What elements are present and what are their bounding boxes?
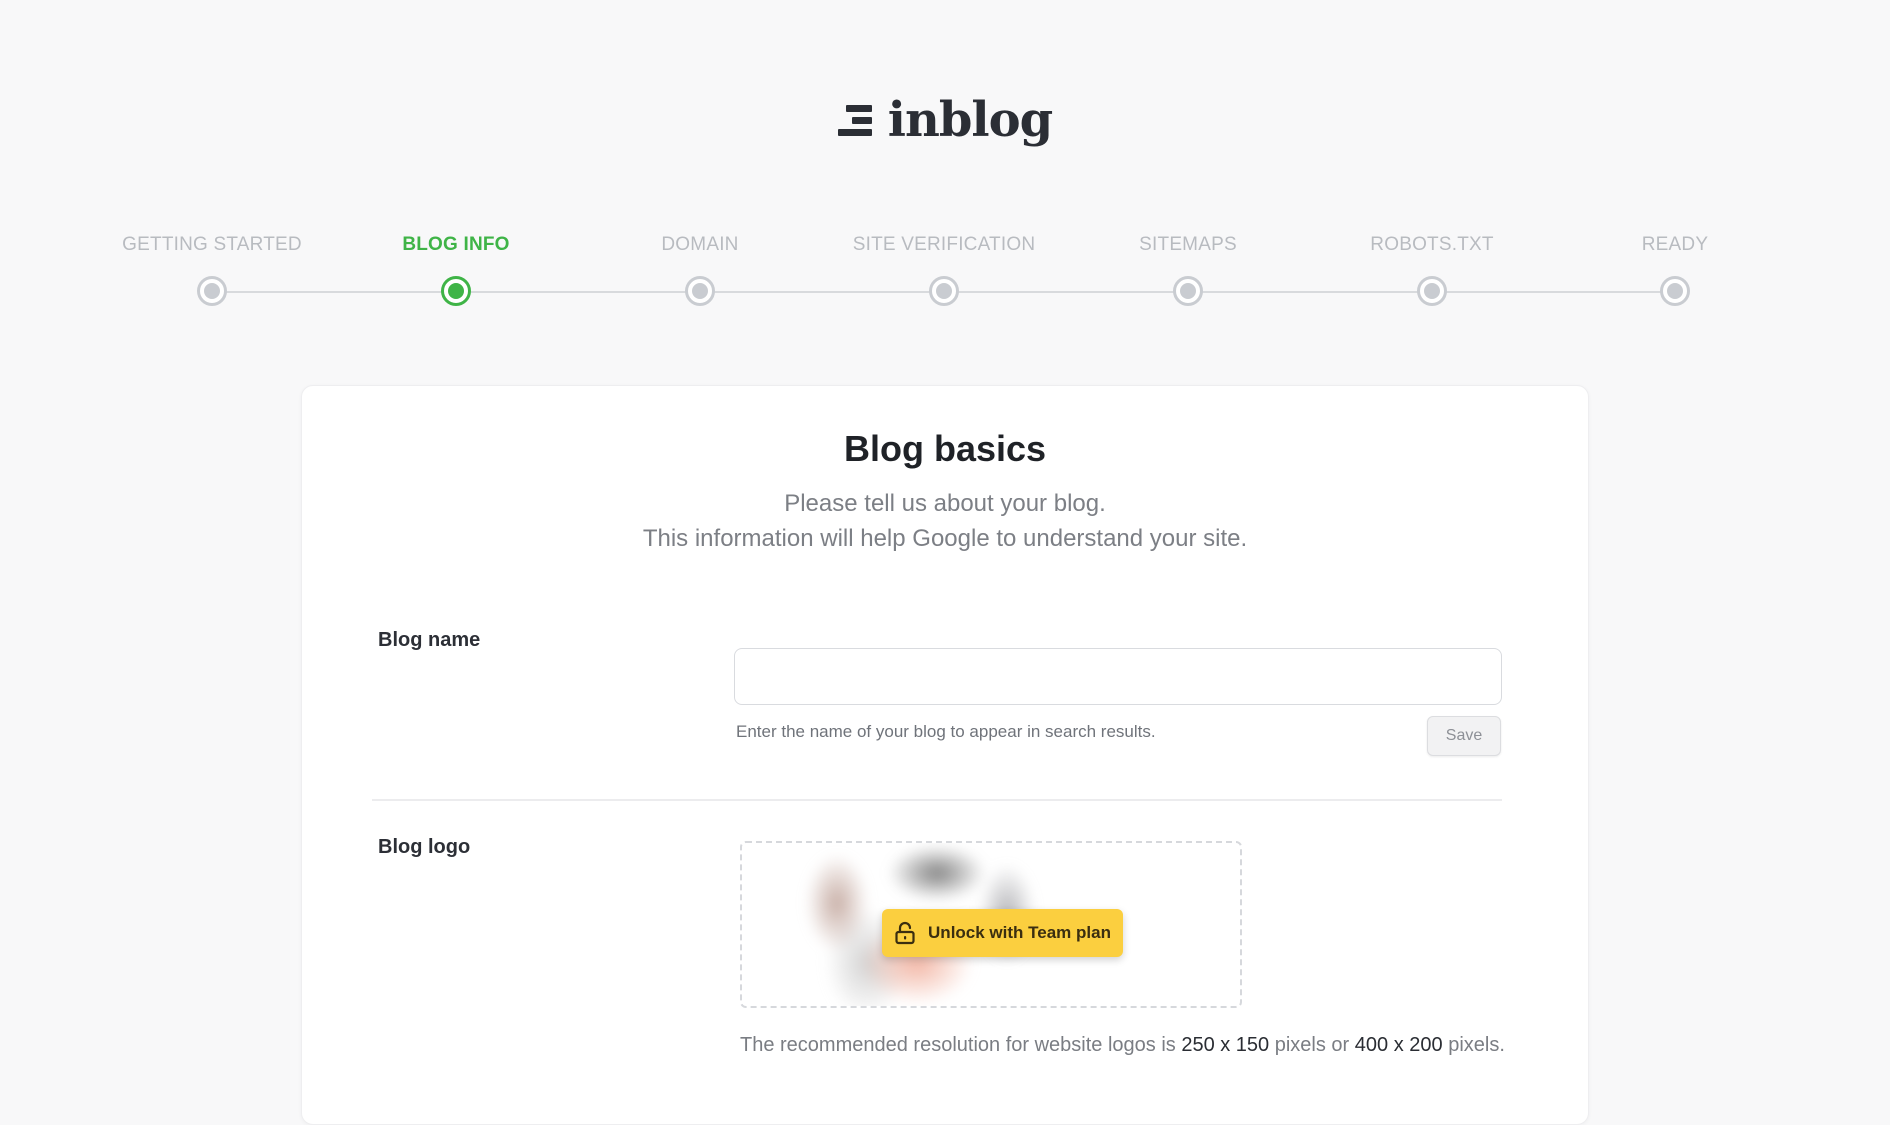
step-dot xyxy=(1173,276,1203,306)
step-dot xyxy=(929,276,959,306)
subtitle-line: This information will help Google to und… xyxy=(642,525,1248,552)
step-label: DOMAIN xyxy=(661,234,739,255)
unlock-team-plan-button[interactable]: Unlock with Team plan xyxy=(882,909,1123,957)
blog-name-input[interactable] xyxy=(734,648,1502,705)
blog-basics-card: Blog basics Please tell us about your bl… xyxy=(301,385,1589,1125)
step-dot xyxy=(197,276,227,306)
step-domain[interactable]: DOMAIN xyxy=(580,232,820,306)
step-dot xyxy=(1417,276,1447,306)
hint-text: pixels. xyxy=(1442,1034,1505,1056)
resolution-large: 400 x 200 xyxy=(1354,1034,1443,1056)
inblog-logo-icon xyxy=(837,104,872,136)
step-getting-started[interactable]: GETTING STARTED xyxy=(92,232,332,306)
brand-logo: inblog xyxy=(0,92,1890,148)
hint-text: The recommended resolution for website l… xyxy=(740,1034,1182,1056)
blog-logo-label: Blog logo xyxy=(378,836,471,858)
unlock-icon xyxy=(895,921,915,945)
step-site-verification[interactable]: SITE VERIFICATION xyxy=(824,232,1064,306)
step-label: SITE VERIFICATION xyxy=(852,234,1036,255)
step-label: READY xyxy=(1641,234,1709,255)
step-sitemaps[interactable]: SITEMAPS xyxy=(1068,232,1308,306)
step-label: BLOG INFO xyxy=(402,234,510,255)
step-blog-info[interactable]: BLOG INFO xyxy=(336,232,576,306)
resolution-small: 250 x 150 xyxy=(1181,1034,1270,1056)
unlock-label: Unlock with Team plan xyxy=(928,923,1111,942)
step-dot xyxy=(1660,276,1690,306)
blog-name-label: Blog name xyxy=(378,629,481,651)
step-robots-txt[interactable]: ROBOTS.TXT xyxy=(1312,232,1552,306)
step-dot xyxy=(685,276,715,306)
step-dot-active xyxy=(441,276,471,306)
hint-text: pixels or xyxy=(1269,1034,1355,1056)
step-label: ROBOTS.TXT xyxy=(1370,234,1494,255)
page-subtitle: Please tell us about your blog. This inf… xyxy=(302,486,1588,556)
section-divider xyxy=(372,799,1502,801)
logo-resolution-hint: The recommended resolution for website l… xyxy=(740,1034,1505,1057)
page-title: Blog basics xyxy=(843,428,1047,469)
step-label: SITEMAPS xyxy=(1139,234,1237,255)
blog-name-help: Enter the name of your blog to appear in… xyxy=(736,722,1156,741)
brand-name: inblog xyxy=(887,92,1054,148)
subtitle-line: Please tell us about your blog. xyxy=(784,490,1106,517)
onboarding-stepper: GETTING STARTED BLOG INFO DOMAIN SITE VE… xyxy=(0,232,1890,312)
logo-upload-area[interactable]: Unlock with Team plan xyxy=(740,841,1242,1008)
save-button[interactable]: Save xyxy=(1427,716,1501,756)
step-ready[interactable]: READY xyxy=(1555,232,1795,306)
step-label: GETTING STARTED xyxy=(122,234,302,255)
